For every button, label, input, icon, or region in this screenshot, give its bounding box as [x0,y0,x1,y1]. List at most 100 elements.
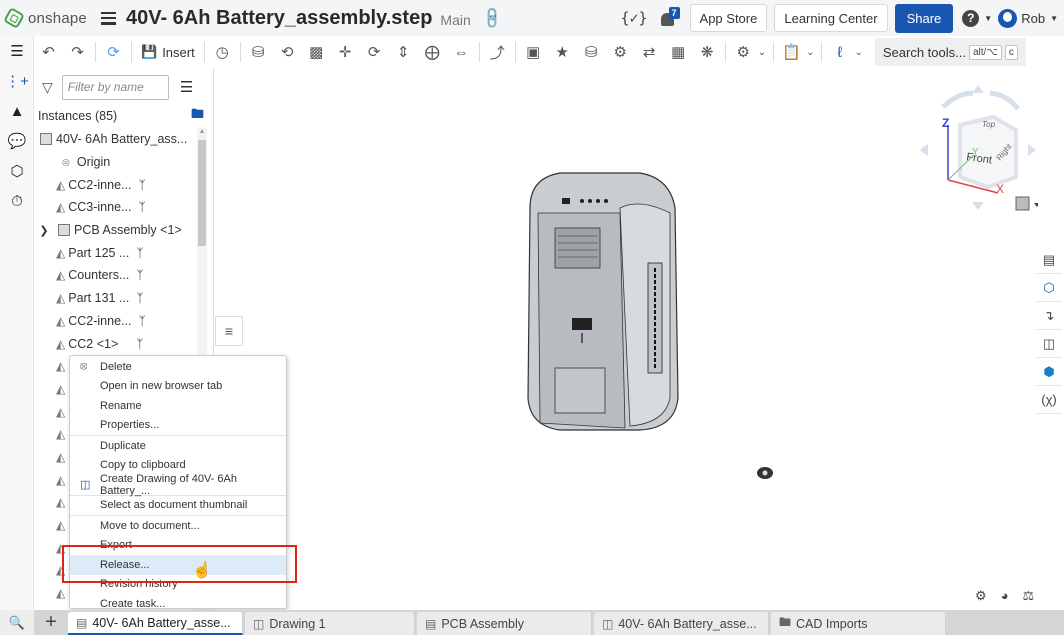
list-view-icon[interactable]: ☰ [180,78,193,96]
view-cube[interactable]: Top Front Right Z X Y [918,85,1040,215]
folder-icon: 🖿 [779,615,792,629]
graphics-viewport[interactable] [215,68,1035,610]
tab-pcb-assembly[interactable]: ▤ PCB Assembly [417,612,592,635]
instances-count-label: Instances (85) [38,109,118,123]
tab-manager-icon[interactable]: 🔍 [0,610,34,635]
tab-drawing[interactable]: ◫ Drawing 1 [245,612,415,635]
ball-mate-icon[interactable]: ⨁ [418,39,447,65]
tree-item[interactable]: ❯ PCB Assembly <1> [34,219,196,242]
tab-part-studio[interactable]: ◫ 40V- 6Ah Battery_asse... [594,612,769,635]
gears-icon[interactable]: ⚙ [729,39,758,65]
tree-item[interactable]: ◭ Counters... ᛉ [34,264,196,287]
menu-item-create-drawing[interactable]: ◫ Create Drawing of 40V- 6Ah Battery_... [70,473,286,497]
document-menu-icon[interactable] [100,11,116,25]
search-tools-button[interactable]: Search tools... alt/⌥ c [874,38,1026,66]
menu-item-move-to-document[interactable]: Move to document... [70,516,286,536]
animation-timer-icon[interactable]: ⏱ [0,186,34,216]
measure-chevron-down-icon[interactable]: ⌄ [854,47,862,58]
explode-icon[interactable]: ❋ [693,39,722,65]
measure-tool-icon[interactable]: ⚙ [975,588,987,604]
section-view-icon[interactable]: ▦ [664,39,693,65]
app-store-button[interactable]: App Store [689,4,768,32]
tree-item[interactable]: ◎ Origin [34,151,196,174]
render-studio-icon[interactable]: ⬢ [1036,358,1062,386]
learning-center-button[interactable]: Learning Center [774,4,888,32]
view-mode-icon [1015,196,1030,211]
fastened-mate-icon[interactable]: ⛁ [244,39,273,65]
mate-features-icon[interactable]: ↴ [1036,302,1062,330]
planar-mate-icon[interactable]: ✛ [331,39,360,65]
share-button[interactable]: Share [894,3,954,33]
revolute-mate-icon[interactable]: ⟲ [273,39,302,65]
tangent-mate-icon[interactable]: ⤴ [483,39,512,65]
bom-icon[interactable]: ⬡ [0,156,34,186]
instance-list-icon[interactable]: ☰ [0,36,34,66]
scroll-up-icon[interactable]: ▲ [197,128,207,140]
help-icon[interactable]: ? [962,9,980,27]
battery-model[interactable] [215,68,1035,610]
expand-chevron-icon[interactable]: ❯ [38,224,50,237]
performance-gauge-icon[interactable]: ◕ [1001,588,1009,604]
pin-slot-mate-icon[interactable]: ⇕ [389,39,418,65]
mate-connector-icon[interactable]: ⋮+ [0,66,34,96]
measure-icon[interactable]: ℓ [825,39,854,65]
gears-chevron-down-icon[interactable]: ⌄ [758,47,766,58]
named-positions-icon[interactable]: ◫ [1036,330,1062,358]
mass-properties-icon[interactable]: ⚖ [1023,588,1035,604]
part-icon: ◭ [56,381,66,396]
properties-panel-icon[interactable]: ▤ [1036,246,1062,274]
menu-item-open-new-tab[interactable]: Open in new browser tab [70,377,286,397]
user-chevron-down-icon[interactable]: ▼ [1050,14,1058,23]
configurations-icon[interactable]: (χ) [1036,386,1062,414]
cylindrical-mate-icon[interactable]: ⟳ [360,39,389,65]
document-title[interactable]: 40V- 6Ah Battery_assembly.step [126,7,432,30]
add-folder-icon[interactable]: 🖿 [191,105,204,127]
tree-item[interactable]: ◭ CC2-inne... ᛉ [34,173,196,196]
pattern-icon[interactable]: ⚙ [606,39,635,65]
drawing-chevron-down-icon[interactable]: ⌄ [806,47,814,58]
notifications-button[interactable]: 7 [660,7,680,28]
variables-icon[interactable]: {✓} [620,9,647,27]
group-icon[interactable]: ▣ [519,39,548,65]
avatar[interactable] [998,8,1018,28]
user-name[interactable]: Rob [1021,11,1045,26]
filter-input[interactable]: Filter by name [61,74,169,100]
menu-item-rename[interactable]: Rename [70,396,286,416]
drawing-tool-icon[interactable]: 📋 [777,39,806,65]
comments-icon[interactable]: 💬 [0,126,34,156]
slider-mate-icon[interactable]: ▩ [302,39,331,65]
tab-cad-imports[interactable]: 🖿 CAD Imports [771,612,946,635]
tab-assembly[interactable]: ▤ 40V- 6Ah Battery_asse... [68,612,243,635]
tree-item[interactable]: ◭ CC2 <1> ᛉ [34,332,196,355]
parallel-mate-icon[interactable]: ⇔ [447,39,476,65]
tree-item[interactable]: ◭ CC3-inne... ᛉ [34,196,196,219]
regenerate-icon[interactable]: ⟳ [99,39,128,65]
help-chevron-down-icon[interactable]: ▼ [984,14,992,23]
menu-item-properties[interactable]: Properties... [70,416,286,436]
scrollbar-thumb[interactable] [198,140,206,246]
toolbar-divider [724,42,726,62]
appearance-icon[interactable]: ▲ [0,96,34,126]
redo-icon[interactable]: ↷ [63,39,92,65]
undo-icon[interactable]: ↶ [34,39,63,65]
filter-icon[interactable]: ▽ [42,79,53,96]
menu-item-delete[interactable]: ⦻ Delete [70,357,286,377]
link-icon[interactable]: 🔗 [479,5,505,31]
appearance-panel-icon[interactable]: ⬡ [1036,274,1062,302]
replicate-icon[interactable]: ⛁ [577,39,606,65]
menu-item-select-thumbnail[interactable]: Select as document thumbnail [70,496,286,516]
tree-item-label: PCB Assembly <1> [74,223,182,238]
tree-item[interactable]: ◭ Part 125 ... ᛉ [34,241,196,264]
branch-label[interactable]: Main [440,12,470,28]
add-tab-button[interactable]: + [34,610,68,635]
snapshot-icon[interactable]: ◷ [208,39,237,65]
insert-button[interactable]: 💾 Insert [135,44,201,60]
mirror-icon[interactable]: ⇄ [635,39,664,65]
menu-item-duplicate[interactable]: Duplicate [70,436,286,456]
tree-item[interactable]: 40V- 6Ah Battery_ass... [34,128,196,151]
mate-connector-tool-icon[interactable]: ★ [548,39,577,65]
toggle-panel-icon[interactable]: ≡ [215,316,243,346]
tree-item[interactable]: ◭ CC2-inne... ᛉ [34,310,196,333]
onshape-logo[interactable]: onshape [3,7,87,29]
tree-item[interactable]: ◭ Part 131 ... ᛉ [34,287,196,310]
